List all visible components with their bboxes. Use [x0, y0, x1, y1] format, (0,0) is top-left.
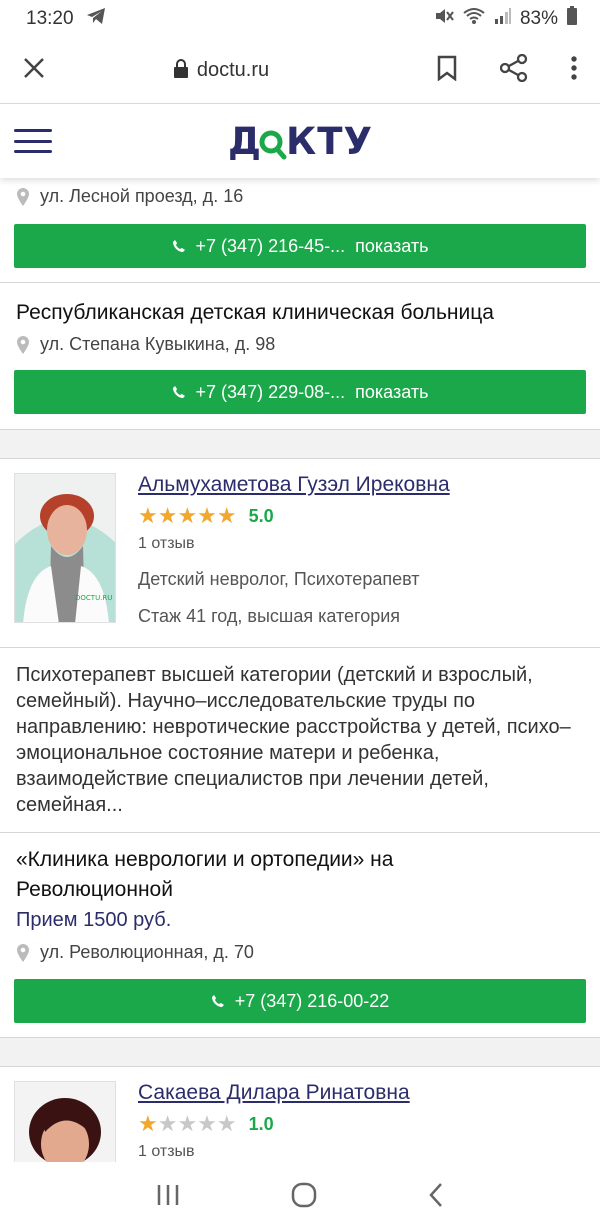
doctor-photo[interactable]: DOCTU.RU [14, 473, 116, 623]
section-separator [0, 1037, 600, 1067]
signal-icon [494, 7, 512, 31]
url-text: doctu.ru [196, 59, 270, 81]
more-menu-icon[interactable] [570, 55, 578, 86]
clinic-name[interactable]: «Клиника неврологии и ортопедии» на Рево… [0, 845, 600, 905]
show-phone-button[interactable]: +7 (347) 216-45-... показать [14, 224, 586, 268]
doctor-name-link[interactable]: Альмухаметова Гузэл Ирековна [138, 473, 450, 497]
status-time: 13:20 [26, 8, 74, 29]
rating-score: 5.0 [248, 505, 274, 526]
site-header: Д КТУ [0, 104, 600, 178]
reviews-link[interactable]: 1 отзыв [138, 1143, 410, 1161]
doctor-card: DOCTU.RU Альмухаметова Гузэл Ирековна ★★… [0, 459, 600, 627]
back-icon[interactable] [428, 1182, 444, 1213]
hamburger-menu-icon[interactable] [14, 129, 52, 153]
wifi-icon [462, 7, 486, 31]
location-pin-icon [17, 187, 29, 206]
mute-icon [434, 7, 454, 31]
phone-icon [172, 240, 185, 252]
section-separator [0, 429, 600, 459]
system-navigation-bar [0, 1162, 600, 1232]
doctor-rating: ★★★★★ 5.0 [138, 503, 450, 529]
recent-apps-icon[interactable] [156, 1184, 180, 1211]
doctor-name-link[interactable]: Сакаева Дилара Ринатовна [138, 1081, 410, 1105]
doctor-photo[interactable] [14, 1081, 116, 1162]
clinic-name[interactable]: Республиканская детская клиническая боль… [0, 298, 600, 328]
share-icon[interactable] [499, 53, 528, 87]
telegram-icon [86, 7, 106, 31]
phone-number: +7 (347) 229-08-... [195, 381, 346, 402]
phone-icon [172, 386, 185, 398]
doctor-rating: ★★★★★ 1.0 [138, 1111, 410, 1137]
visit-price: Прием 1500 руб. [16, 909, 172, 931]
address-bar[interactable]: doctu.ru [6, 58, 436, 84]
show-label: показать [355, 381, 429, 402]
location-pin-icon [17, 335, 29, 354]
call-phone-button[interactable]: +7 (347) 216-00-22 [14, 979, 586, 1023]
clinic-address: ул. Лесной проезд, д. 16 [0, 186, 600, 207]
svg-text:DOCTU.RU: DOCTU.RU [75, 594, 112, 602]
show-phone-button[interactable]: +7 (347) 229-08-... показать [14, 370, 586, 414]
browser-toolbar: doctu.ru [0, 38, 600, 104]
svg-text:КТУ: КТУ [286, 120, 373, 163]
doctor-experience: Стаж 41 год, высшая категория [138, 606, 401, 626]
clinic-address: ул. Степана Кувыкина, д. 98 [0, 334, 600, 355]
location-pin-icon [17, 943, 29, 962]
lock-icon [173, 58, 189, 84]
clinic-address: ул. Революционная, д. 70 [0, 942, 600, 963]
address-text: ул. Степана Кувыкина, д. 98 [40, 334, 276, 354]
rating-stars: ★★★★★ [138, 503, 237, 528]
svg-text:Д: Д [228, 120, 262, 163]
address-text: ул. Революционная, д. 70 [40, 942, 254, 962]
doctor-specialty: Детский невролог, Психотерапевт [138, 569, 420, 589]
site-logo[interactable]: Д КТУ [228, 120, 374, 164]
doctor-description: Психотерапевт высшей категории (детский … [16, 664, 571, 816]
address-text: ул. Лесной проезд, д. 16 [40, 186, 244, 206]
main-content: ул. Лесной проезд, д. 16 +7 (347) 216-45… [0, 178, 600, 1162]
doctor-card: Сакаева Дилара Ринатовна ★★★★★ 1.0 1 отз… [0, 1067, 600, 1162]
phone-icon [211, 995, 224, 1007]
rating-stars: ★★★★★ [138, 1111, 237, 1136]
reviews-link[interactable]: 1 отзыв [138, 535, 450, 553]
rating-score: 1.0 [248, 1113, 274, 1134]
bookmark-icon[interactable] [436, 55, 458, 86]
battery-percent: 83% [519, 8, 558, 29]
phone-number: +7 (347) 216-00-22 [234, 990, 390, 1011]
battery-icon [566, 6, 578, 32]
phone-number: +7 (347) 216-45-... [195, 235, 346, 256]
show-label: показать [355, 235, 429, 256]
home-icon[interactable] [291, 1182, 317, 1213]
status-bar: 13:20 83% [0, 0, 600, 38]
